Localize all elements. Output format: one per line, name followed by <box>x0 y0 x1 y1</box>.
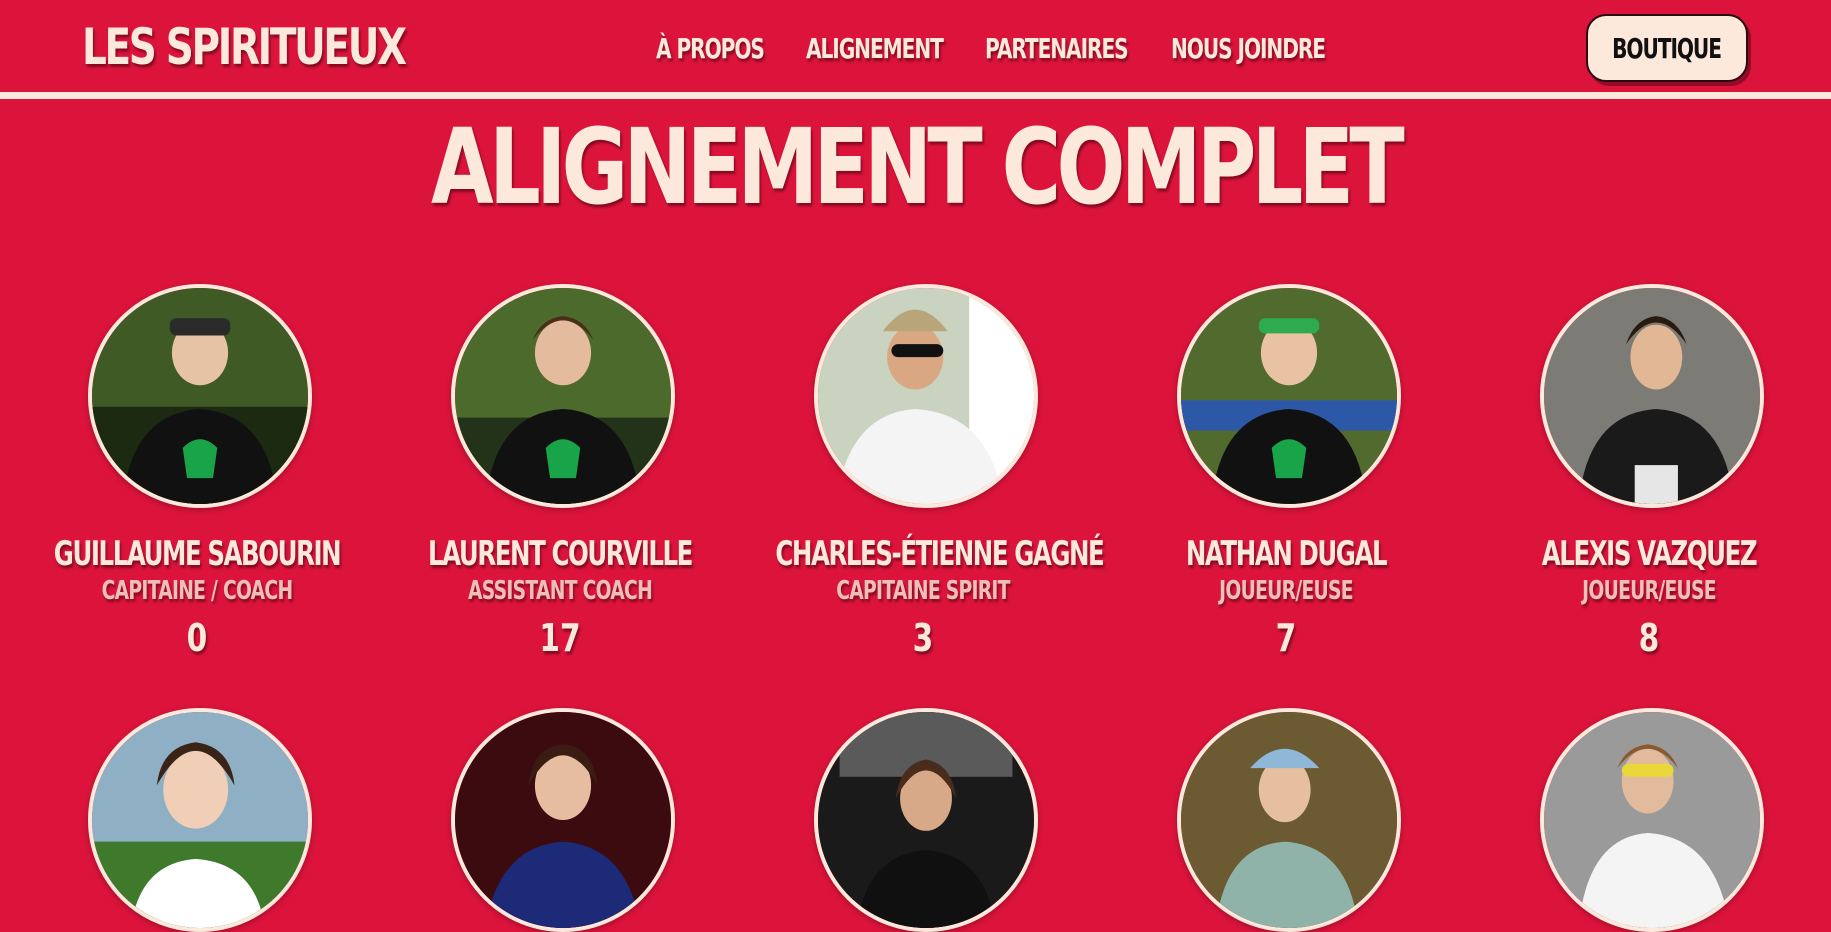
nav-link-a-propos[interactable]: À PROPOS <box>656 32 765 65</box>
player-number: 7 <box>1275 616 1297 660</box>
player-name: CHARLES-ÉTIENNE GAGNÉ <box>775 534 1104 574</box>
player-number: 8 <box>1638 616 1660 660</box>
player-name: ALEXIS VAZQUEZ <box>1541 534 1758 574</box>
player-role: CAPITAINE / COACH <box>101 576 294 606</box>
nav-link-nous-joindre[interactable]: NOUS JOINDRE <box>1171 32 1326 65</box>
player-role: CAPITAINE SPIRIT <box>836 576 1010 606</box>
player-photo <box>1540 284 1764 508</box>
nav-link-partenaires[interactable]: PARTENAIRES <box>985 32 1129 65</box>
boutique-button-label: BOUTIQUE <box>1612 31 1723 65</box>
boutique-button[interactable]: BOUTIQUE <box>1586 14 1748 82</box>
nav-link-alignement[interactable]: ALIGNEMENT <box>806 32 944 65</box>
player-role: JOUEUR/EUSE <box>1219 576 1353 606</box>
player-name: NATHAN DUGAL <box>1185 534 1388 574</box>
site-header: LES SPIRITUEUX À PROPOS ALIGNEMENT PARTE… <box>0 0 1831 94</box>
player-number: 3 <box>912 616 934 660</box>
player-photo <box>814 708 1038 932</box>
page-title: ALIGNEMENT COMPLET <box>430 106 1405 228</box>
player-photo <box>88 708 312 932</box>
player-role: JOUEUR/EUSE <box>1582 576 1716 606</box>
header-divider <box>0 92 1831 99</box>
player-number: 17 <box>539 616 581 660</box>
player-photo <box>451 284 675 508</box>
main-nav: À PROPOS ALIGNEMENT PARTENAIRES NOUS JOI… <box>0 32 1831 65</box>
player-photo <box>814 284 1038 508</box>
player-photo <box>451 708 675 932</box>
player-photo <box>1177 284 1401 508</box>
player-name: GUILLAUME SABOURIN <box>53 534 342 574</box>
player-role: ASSISTANT COACH <box>467 576 653 606</box>
player-photo <box>88 284 312 508</box>
player-number: 0 <box>186 616 208 660</box>
player-photo <box>1540 708 1764 932</box>
player-name: LAURENT COURVILLE <box>428 534 693 574</box>
player-photo <box>1177 708 1401 932</box>
